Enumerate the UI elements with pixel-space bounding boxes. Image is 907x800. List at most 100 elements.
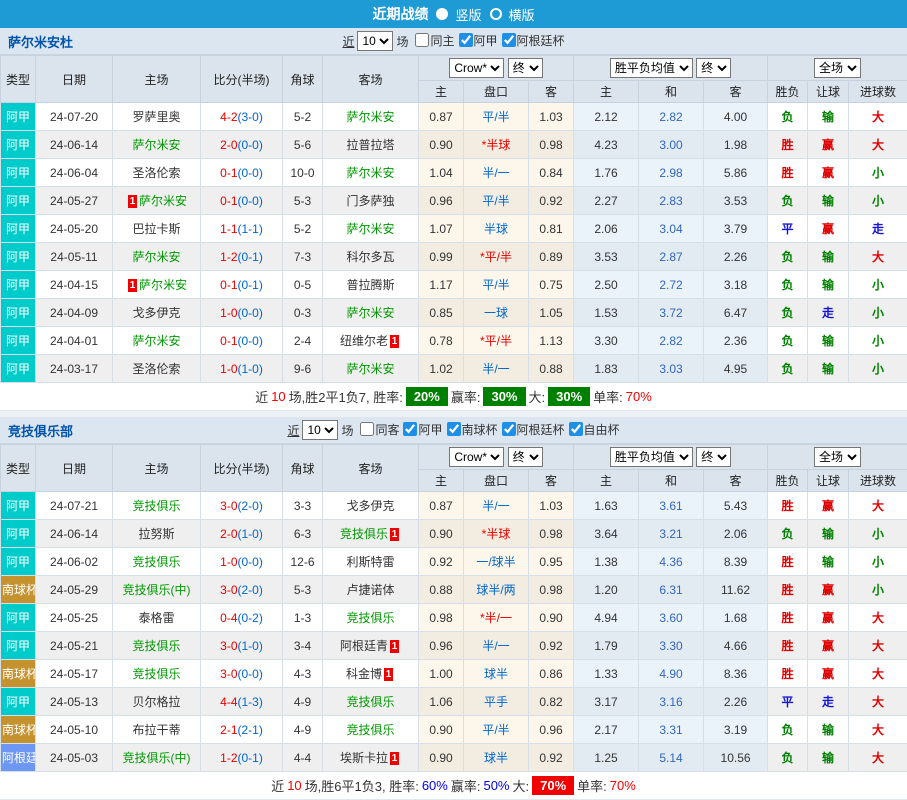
corner-score: 5-2 — [283, 215, 323, 243]
filter-checkbox-阿根廷杯[interactable]: 阿根廷杯 — [498, 421, 565, 438]
radio-selected-icon[interactable] — [436, 8, 448, 20]
avg-select[interactable]: 胜平负均值 — [610, 447, 693, 467]
filter-checkbox-同主[interactable]: 同主 — [411, 32, 454, 49]
radio-unselected-icon[interactable] — [490, 8, 502, 20]
checkbox-input[interactable] — [569, 422, 583, 436]
match-row: 阿甲24-06-14拉努斯2-0(1-0)6-3竞技俱乐10.90*半球0.98… — [1, 520, 907, 548]
radio-horizontal-label[interactable]: 横版 — [509, 5, 535, 24]
result-handicap: 输 — [808, 744, 849, 772]
away-team: 戈多伊克 — [323, 492, 419, 520]
home-team: 竞技俱乐(中) — [113, 576, 201, 604]
filter-checkbox-自由杯[interactable]: 自由杯 — [565, 421, 620, 438]
fulltime-score: 4-2 — [220, 110, 237, 124]
result-winloss: 胜 — [768, 660, 808, 688]
result-goals: 小 — [849, 187, 907, 215]
avg-away-odds: 2.26 — [704, 243, 768, 271]
halftime-score: (0-0) — [238, 555, 263, 569]
odds-time-select[interactable]: 终 — [508, 58, 543, 78]
col-avg-home: 主 — [574, 81, 639, 103]
avg-away-odds: 8.39 — [704, 548, 768, 576]
corner-score: 9-6 — [283, 355, 323, 383]
match-date: 24-05-20 — [36, 215, 113, 243]
halftime-score: (0-0) — [238, 667, 263, 681]
avg-time-select[interactable]: 终 — [696, 58, 731, 78]
result-handicap: 输 — [808, 187, 849, 215]
recent-link[interactable]: 近 — [287, 422, 299, 439]
avg-draw-odds: 2.82 — [639, 103, 704, 131]
odds-time-select[interactable]: 终 — [508, 447, 543, 467]
checkbox-input[interactable] — [403, 422, 417, 436]
handicap-away-odds: 0.84 — [529, 159, 574, 187]
match-score: 1-0(1-0) — [201, 355, 283, 383]
team-name-link[interactable]: 萨尔米安杜 — [8, 32, 73, 51]
match-date: 24-05-13 — [36, 688, 113, 716]
checkbox-input[interactable] — [360, 422, 374, 436]
home-team: 泰格雷 — [113, 604, 201, 632]
fulltime-score: 1-2 — [220, 751, 237, 765]
checkbox-input[interactable] — [447, 422, 461, 436]
home-team: 巴拉卡斯 — [113, 215, 201, 243]
corner-score: 0-5 — [283, 271, 323, 299]
match-count-select[interactable]: 10 — [357, 31, 393, 51]
page-title: 近期战绩 — [372, 4, 428, 24]
team-name: 萨尔米安 — [346, 306, 394, 320]
match-row: 阿甲24-06-02竞技俱乐1-0(0-0)12-6利斯特雷0.92一/球半0.… — [1, 548, 907, 576]
team-name: 圣洛伦索 — [132, 362, 180, 376]
result-handicap: 走 — [808, 299, 849, 327]
avg-home-odds: 1.25 — [574, 744, 639, 772]
team-name: 竞技俱乐(中) — [123, 751, 191, 765]
match-score: 1-1(1-1) — [201, 215, 283, 243]
radio-vertical-label[interactable]: 竖版 — [455, 5, 481, 24]
summary-segment: 近 — [271, 776, 284, 795]
handicap-line: 半球 — [464, 215, 529, 243]
summary-segment: 70% — [626, 389, 652, 404]
scope-select[interactable]: 全场 — [814, 58, 861, 78]
checkbox-input[interactable] — [459, 33, 473, 47]
checkbox-input[interactable] — [502, 33, 516, 47]
red-card-badge: 1 — [390, 528, 399, 541]
fulltime-score: 3-0 — [220, 667, 237, 681]
avg-draw-odds: 3.72 — [639, 299, 704, 327]
away-team: 埃斯卡拉1 — [323, 744, 419, 772]
halftime-score: (0-0) — [238, 138, 263, 152]
team-name: 竞技俱乐 — [132, 499, 180, 513]
filter-checkbox-阿甲[interactable]: 阿甲 — [455, 32, 498, 49]
checkbox-input[interactable] — [502, 422, 516, 436]
filter-checkbox-同客[interactable]: 同客 — [356, 421, 399, 438]
handicap-line: 球半/两 — [464, 576, 529, 604]
avg-home-odds: 3.30 — [574, 327, 639, 355]
scope-select[interactable]: 全场 — [814, 447, 861, 467]
result-handicap: 输 — [808, 716, 849, 744]
handicap-home-odds: 0.90 — [419, 744, 464, 772]
bookmaker-select[interactable]: Crow* — [449, 58, 504, 78]
team-name: 竞技俱乐 — [132, 555, 180, 569]
match-row: 阿甲24-05-13贝尔格拉4-4(1-3)4-9竞技俱乐1.06平手0.823… — [1, 688, 907, 716]
corner-score: 4-3 — [283, 660, 323, 688]
recent-link[interactable]: 近 — [342, 33, 354, 50]
avg-away-odds: 4.95 — [704, 355, 768, 383]
corner-score: 6-3 — [283, 520, 323, 548]
filter-checkbox-阿根廷杯[interactable]: 阿根廷杯 — [498, 32, 565, 49]
team-name-link[interactable]: 竞技俱乐部 — [8, 421, 73, 440]
fulltime-score: 2-1 — [220, 723, 237, 737]
handicap-away-odds: 0.86 — [529, 660, 574, 688]
handicap-home-odds: 0.92 — [419, 548, 464, 576]
filter-checkbox-南球杯[interactable]: 南球杯 — [443, 421, 498, 438]
halftime-score: (0-1) — [238, 278, 263, 292]
checkbox-input[interactable] — [415, 33, 429, 47]
match-row: 阿甲24-06-14萨尔米安2-0(0-0)5-6拉普拉塔0.90*半球0.98… — [1, 131, 907, 159]
avg-away-odds: 11.62 — [704, 576, 768, 604]
avg-home-odds: 4.94 — [574, 604, 639, 632]
summary-bar: 近10场,胜6平1负3, 胜率:60% 赢率:50% 大: 70% 单率:70% — [0, 772, 907, 800]
handicap-line: 半/一 — [464, 159, 529, 187]
team-name: 萨尔米安 — [346, 166, 394, 180]
match-count-select[interactable]: 10 — [302, 420, 338, 440]
match-score: 0-1(0-0) — [201, 187, 283, 215]
match-score: 1-2(0-1) — [201, 744, 283, 772]
league-badge: 阿甲 — [1, 271, 36, 299]
bookmaker-select[interactable]: Crow* — [449, 447, 504, 467]
match-score: 2-0(1-0) — [201, 520, 283, 548]
avg-time-select[interactable]: 终 — [696, 447, 731, 467]
filter-checkbox-阿甲[interactable]: 阿甲 — [399, 421, 442, 438]
avg-select[interactable]: 胜平负均值 — [610, 58, 693, 78]
